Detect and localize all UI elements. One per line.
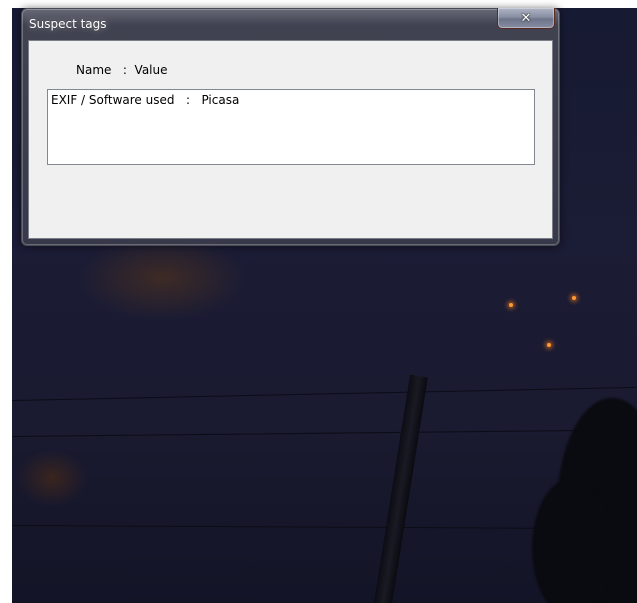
close-button[interactable]: ✕ [497,8,555,29]
tag-separator: : [185,93,190,107]
utility-pole [371,374,428,603]
tags-list[interactable]: EXIF / Software used : Picasa [47,89,535,165]
window-title: Suspect tags [29,17,107,31]
name-column-label: Name [76,63,112,77]
list-item[interactable]: EXIF / Software used : Picasa [51,93,239,107]
power-line [12,429,637,437]
light-dot [509,303,513,307]
tag-value: Picasa [201,93,240,107]
suspect-tags-window: Suspect tags ✕ Name : Value EXIF / Softw… [21,8,560,246]
power-line [12,386,637,401]
close-icon: ✕ [520,10,532,26]
value-column-label: Value [134,63,168,77]
title-bar[interactable]: Suspect tags ✕ [22,8,559,39]
light-dot [547,343,551,347]
header-separator: : [122,63,127,77]
column-header: Name : Value [76,63,168,77]
tag-name: EXIF / Software used [51,93,175,107]
dialog-content: Name : Value EXIF / Software used : Pica… [28,40,553,239]
light-dot [572,296,576,300]
